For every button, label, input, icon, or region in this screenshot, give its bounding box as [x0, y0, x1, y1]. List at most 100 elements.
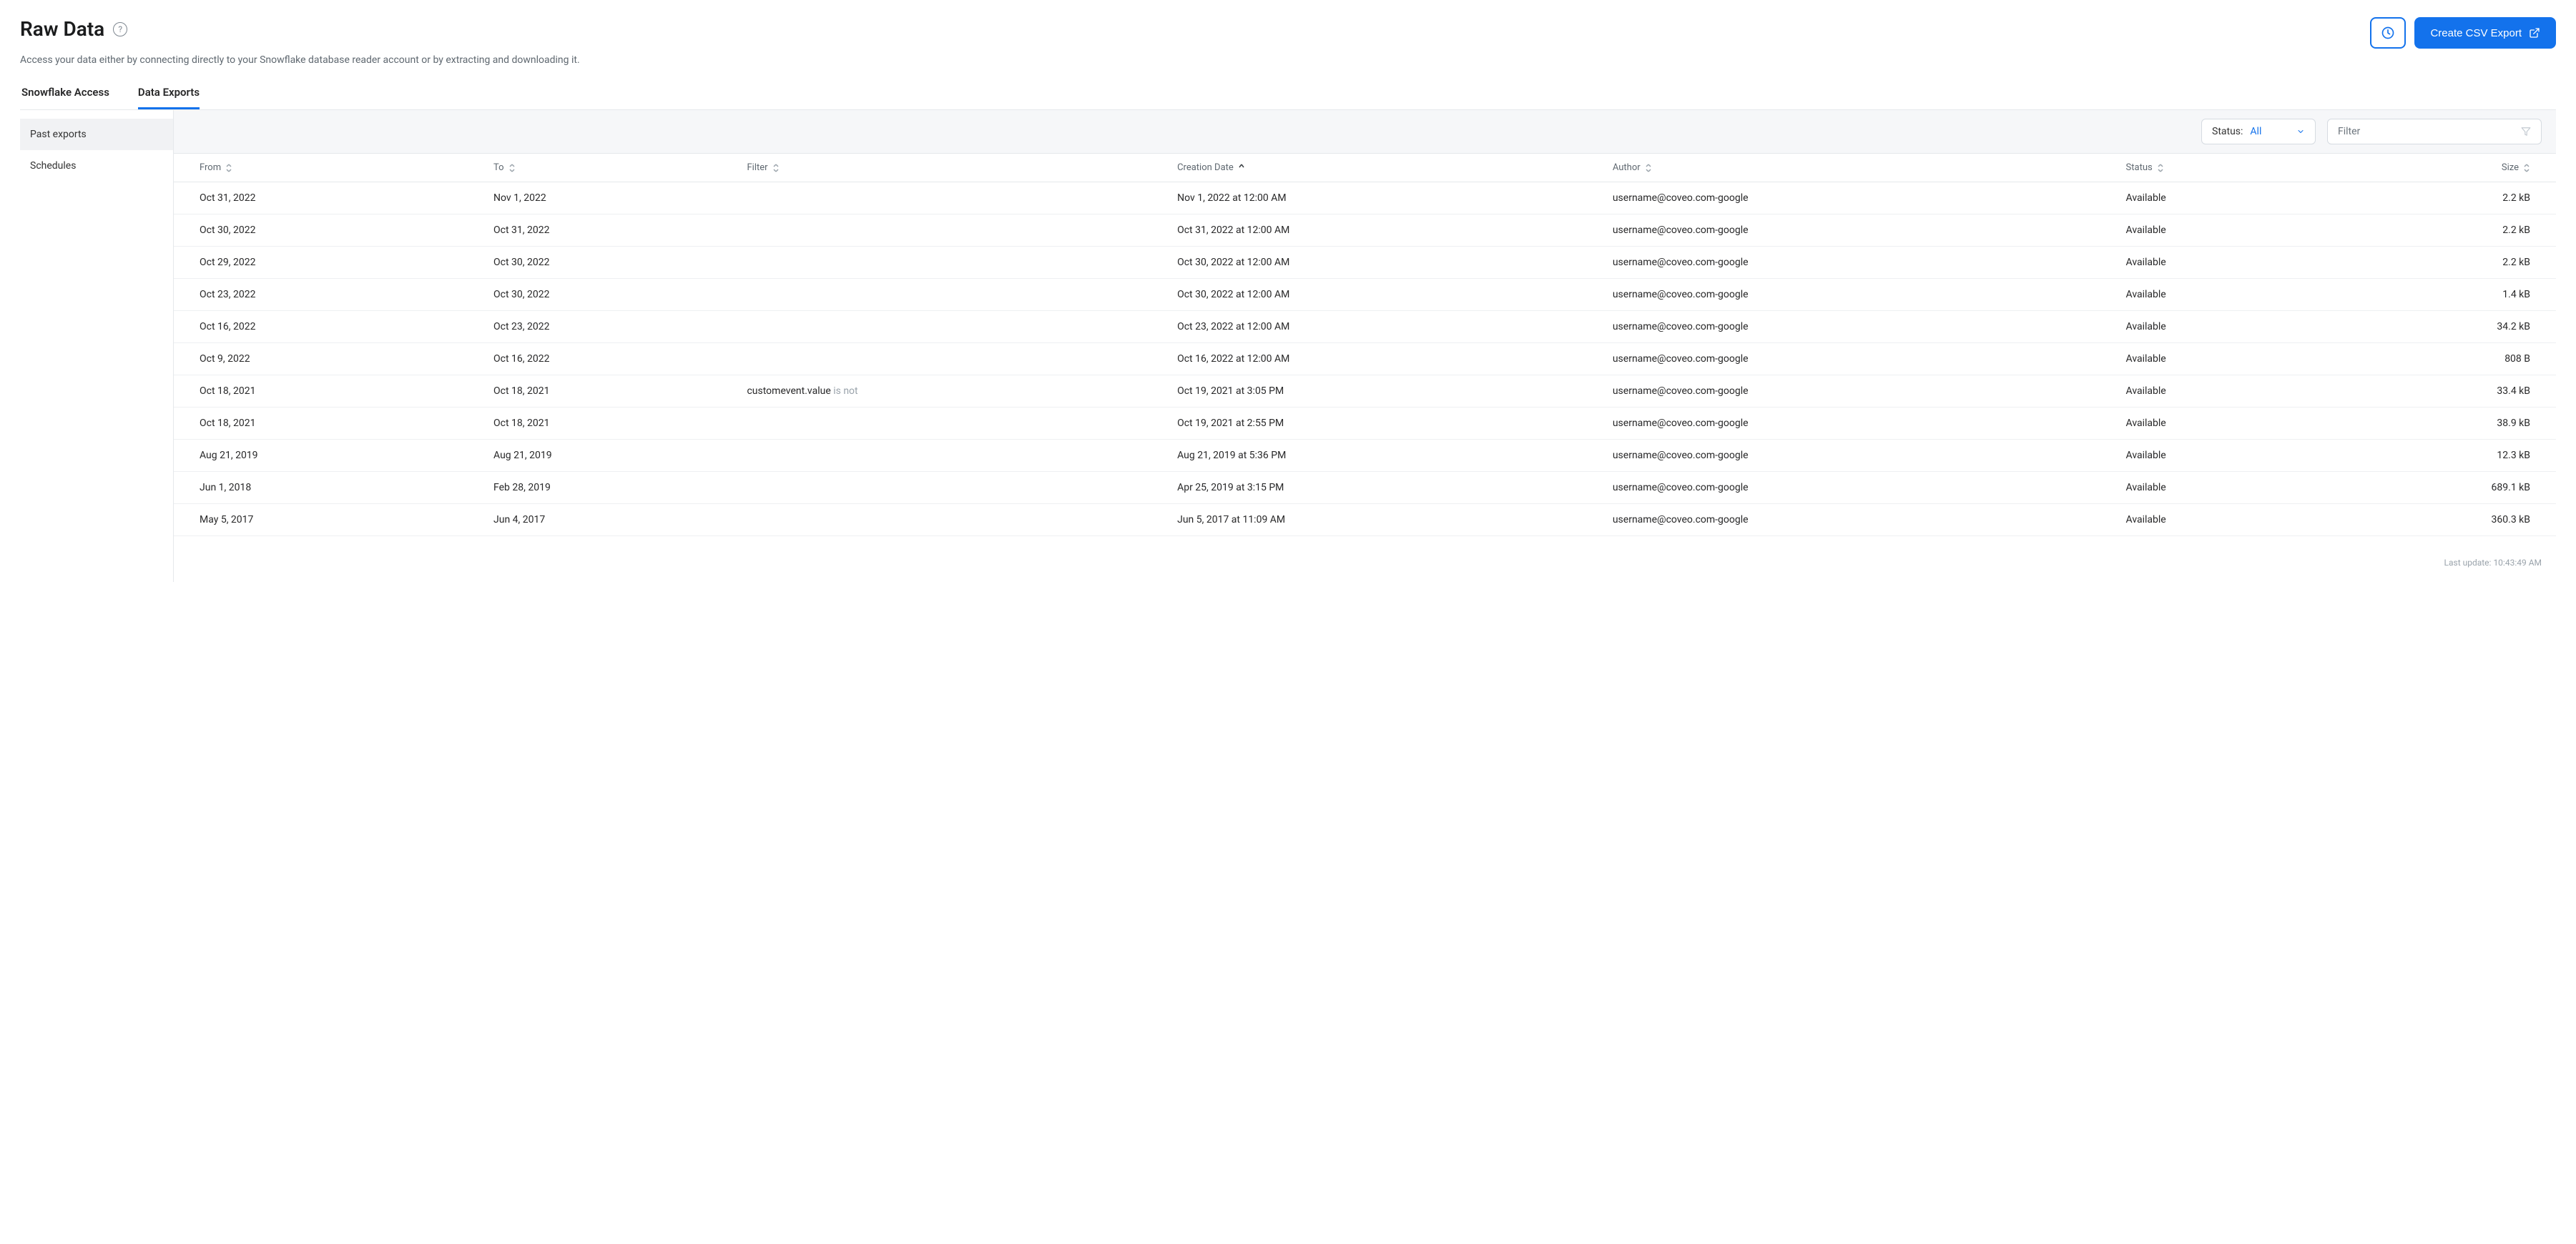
- col-size[interactable]: Size: [2310, 154, 2556, 182]
- cell-filter: [738, 472, 1169, 504]
- cell-author: username@coveo.com-google: [1604, 214, 2118, 247]
- cell-filter: customevent.value is not: [738, 375, 1169, 408]
- cell-author: username@coveo.com-google: [1604, 279, 2118, 311]
- exports-table: From To Filter Creation Date Author Stat…: [174, 154, 2556, 536]
- sidebar-item-schedules[interactable]: Schedules: [20, 150, 173, 182]
- cell-creation: Oct 31, 2022 at 12:00 AM: [1169, 214, 1604, 247]
- cell-filter: [738, 247, 1169, 279]
- help-icon[interactable]: ?: [113, 22, 127, 36]
- table-row[interactable]: Oct 18, 2021Oct 18, 2021customevent.valu…: [174, 375, 2556, 408]
- cell-to: Oct 23, 2022: [485, 311, 738, 343]
- cell-creation: Oct 30, 2022 at 12:00 AM: [1169, 279, 1604, 311]
- cell-from: Oct 9, 2022: [174, 343, 485, 375]
- table-row[interactable]: May 5, 2017Jun 4, 2017Jun 5, 2017 at 11:…: [174, 504, 2556, 536]
- tab-snowflake-access[interactable]: Snowflake Access: [21, 86, 109, 109]
- cell-status: Available: [2118, 182, 2310, 214]
- cell-from: Oct 29, 2022: [174, 247, 485, 279]
- create-csv-export-button[interactable]: Create CSV Export: [2414, 17, 2556, 49]
- cell-to: Oct 18, 2021: [485, 408, 738, 440]
- cell-size: 2.2 kB: [2310, 214, 2556, 247]
- cell-creation: Nov 1, 2022 at 12:00 AM: [1169, 182, 1604, 214]
- cell-author: username@coveo.com-google: [1604, 408, 2118, 440]
- cell-status: Available: [2118, 279, 2310, 311]
- status-value: All: [2250, 126, 2289, 137]
- cell-author: username@coveo.com-google: [1604, 504, 2118, 536]
- col-from[interactable]: From: [174, 154, 485, 182]
- table-row[interactable]: Oct 31, 2022Nov 1, 2022Nov 1, 2022 at 12…: [174, 182, 2556, 214]
- cell-from: Oct 18, 2021: [174, 375, 485, 408]
- cell-status: Available: [2118, 472, 2310, 504]
- col-filter[interactable]: Filter: [738, 154, 1169, 182]
- chevron-down-icon: [2296, 127, 2305, 136]
- cell-creation: Aug 21, 2019 at 5:36 PM: [1169, 440, 1604, 472]
- filter-icon: [2521, 127, 2531, 137]
- cell-to: Oct 16, 2022: [485, 343, 738, 375]
- page-subtitle: Access your data either by connecting di…: [20, 54, 2556, 66]
- cell-from: Jun 1, 2018: [174, 472, 485, 504]
- col-author[interactable]: Author: [1604, 154, 2118, 182]
- table-row[interactable]: Aug 21, 2019Aug 21, 2019Aug 21, 2019 at …: [174, 440, 2556, 472]
- last-update-time: 10:43:49 AM: [2493, 558, 2542, 568]
- cell-creation: Jun 5, 2017 at 11:09 AM: [1169, 504, 1604, 536]
- tab-data-exports[interactable]: Data Exports: [138, 86, 200, 109]
- cell-size: 808 B: [2310, 343, 2556, 375]
- cell-size: 360.3 kB: [2310, 504, 2556, 536]
- filter-input[interactable]: Filter: [2327, 119, 2542, 144]
- cell-author: username@coveo.com-google: [1604, 311, 2118, 343]
- cell-author: username@coveo.com-google: [1604, 247, 2118, 279]
- sidebar-item-past-exports[interactable]: Past exports: [20, 119, 173, 150]
- history-button[interactable]: [2370, 17, 2406, 49]
- cell-creation: Oct 23, 2022 at 12:00 AM: [1169, 311, 1604, 343]
- cell-status: Available: [2118, 375, 2310, 408]
- cell-to: Aug 21, 2019: [485, 440, 738, 472]
- cell-creation: Oct 19, 2021 at 2:55 PM: [1169, 408, 1604, 440]
- cell-filter: [738, 182, 1169, 214]
- status-label: Status:: [2212, 126, 2243, 137]
- cell-size: 38.9 kB: [2310, 408, 2556, 440]
- table-row[interactable]: Oct 16, 2022Oct 23, 2022Oct 23, 2022 at …: [174, 311, 2556, 343]
- table-row[interactable]: Oct 9, 2022Oct 16, 2022 Oct 16, 2022 at 1…: [174, 343, 2556, 375]
- cell-status: Available: [2118, 504, 2310, 536]
- clock-icon: [2381, 26, 2395, 40]
- footer: Last update: 10:43:49 AM: [174, 536, 2556, 582]
- cell-filter: [738, 279, 1169, 311]
- page-title: Raw Data: [20, 17, 104, 41]
- cell-size: 1.4 kB: [2310, 279, 2556, 311]
- table-row[interactable]: Oct 29, 2022Oct 30, 2022Oct 30, 2022 at …: [174, 247, 2556, 279]
- table-row[interactable]: Oct 23, 2022Oct 30, 2022Oct 30, 2022 at …: [174, 279, 2556, 311]
- cell-status: Available: [2118, 408, 2310, 440]
- cell-author: username@coveo.com-google: [1604, 343, 2118, 375]
- table-row[interactable]: Oct 30, 2022Oct 31, 2022Oct 31, 2022 at …: [174, 214, 2556, 247]
- last-update-label: Last update:: [2444, 558, 2492, 568]
- cell-to: Oct 30, 2022: [485, 247, 738, 279]
- sidebar: Past exportsSchedules: [20, 110, 173, 582]
- table-row[interactable]: Jun 1, 2018Feb 28, 2019Apr 25, 2019 at 3…: [174, 472, 2556, 504]
- col-creation[interactable]: Creation Date: [1169, 154, 1604, 182]
- status-dropdown[interactable]: Status: All: [2201, 119, 2316, 144]
- create-csv-export-label: Create CSV Export: [2430, 27, 2522, 39]
- cell-status: Available: [2118, 247, 2310, 279]
- cell-size: 2.2 kB: [2310, 247, 2556, 279]
- filter-placeholder: Filter: [2338, 126, 2360, 137]
- cell-from: May 5, 2017: [174, 504, 485, 536]
- cell-size: 33.4 kB: [2310, 375, 2556, 408]
- cell-to: Oct 31, 2022: [485, 214, 738, 247]
- cell-status: Available: [2118, 440, 2310, 472]
- cell-author: username@coveo.com-google: [1604, 182, 2118, 214]
- cell-size: 34.2 kB: [2310, 311, 2556, 343]
- col-to[interactable]: To: [485, 154, 738, 182]
- cell-status: Available: [2118, 214, 2310, 247]
- cell-to: Oct 30, 2022: [485, 279, 738, 311]
- cell-filter: [738, 343, 1169, 375]
- cell-status: Available: [2118, 343, 2310, 375]
- table-row[interactable]: Oct 18, 2021Oct 18, 2021 Oct 19, 2021 at …: [174, 408, 2556, 440]
- cell-filter: [738, 311, 1169, 343]
- cell-creation: Oct 16, 2022 at 12:00 AM: [1169, 343, 1604, 375]
- cell-to: Nov 1, 2022: [485, 182, 738, 214]
- cell-from: Oct 18, 2021: [174, 408, 485, 440]
- cell-filter: [738, 504, 1169, 536]
- cell-filter: [738, 408, 1169, 440]
- cell-author: username@coveo.com-google: [1604, 375, 2118, 408]
- cell-to: Feb 28, 2019: [485, 472, 738, 504]
- col-status[interactable]: Status: [2118, 154, 2310, 182]
